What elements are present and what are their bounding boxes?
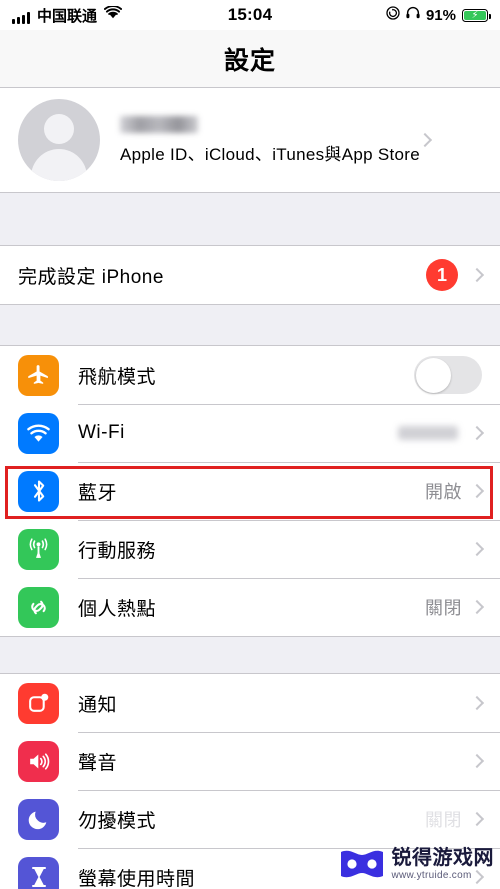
apple-id-text: Apple ID、iCloud、iTunes與App Store <box>120 115 420 165</box>
chevron-right-icon <box>417 132 433 148</box>
row-label: 飛航模式 <box>78 366 157 388</box>
airplane-icon <box>18 354 59 396</box>
do-not-disturb-moon-icon <box>18 798 59 840</box>
chevron-right-icon <box>469 425 485 441</box>
chevron-right-icon <box>469 541 485 557</box>
do-not-disturb-value: 關閉 <box>425 810 462 830</box>
row-airplane-mode[interactable]: 飛航模式 <box>0 346 500 404</box>
row-label: 螢幕使用時間 <box>78 868 196 889</box>
personal-hotspot-icon <box>18 586 59 628</box>
status-badge: 1 <box>426 259 458 291</box>
section-gap-1 <box>0 193 500 245</box>
chevron-right-icon <box>469 599 485 615</box>
wifi-value-blurred <box>398 426 458 440</box>
navigation-bar: 設定 <box>0 30 500 88</box>
row-finish-setup[interactable]: 完成設定 iPhone 1 <box>0 246 500 304</box>
apple-id-subtitle: Apple ID、iCloud、iTunes與App Store <box>120 144 420 164</box>
apple-id-group: Apple ID、iCloud、iTunes與App Store <box>0 88 500 193</box>
bluetooth-icon <box>18 470 59 512</box>
bluetooth-value: 開啟 <box>425 482 462 502</box>
page-title: 設定 <box>223 46 276 75</box>
battery-charging-icon: ⚡ <box>462 8 491 22</box>
chevron-right-icon <box>469 695 485 711</box>
cellular-antenna-icon <box>18 528 59 570</box>
watermark-text: 锐得游戏网 www.ytruide.com <box>392 848 495 881</box>
watermark-logo-icon <box>338 847 386 881</box>
row-do-not-disturb[interactable]: 勿擾模式 關閉 <box>0 790 500 848</box>
apple-id-name-blurred <box>120 115 198 133</box>
watermark-url: www.ytruide.com <box>391 869 472 881</box>
row-label: 完成設定 iPhone <box>18 266 164 288</box>
status-bar-right: 91% ⚡ <box>386 5 491 25</box>
chevron-right-icon <box>469 753 485 769</box>
connectivity-group: 飛航模式 Wi-Fi 藍牙 開啟 行動服務 個人熱點 關閉 <box>0 345 500 637</box>
status-bar: 中国联通 15:04 91% ⚡ <box>0 0 500 30</box>
watermark-name: 锐得游戏网 <box>391 846 494 869</box>
row-label: 聲音 <box>78 752 118 774</box>
chevron-right-icon <box>469 267 485 283</box>
row-label: 行動服務 <box>78 540 157 562</box>
wifi-icon <box>18 412 59 454</box>
personal-hotspot-value: 關閉 <box>425 598 462 618</box>
section-gap-2 <box>0 305 500 345</box>
iphone-settings-screen: 中国联通 15:04 91% ⚡ 設定 Apple ID、iCloud、iTun… <box>0 0 500 889</box>
airplane-mode-toggle[interactable] <box>414 356 482 394</box>
row-wifi[interactable]: Wi-Fi <box>0 404 500 462</box>
row-cellular[interactable]: 行動服務 <box>0 520 500 578</box>
chevron-right-icon <box>469 811 485 827</box>
sounds-speaker-icon <box>18 740 59 782</box>
row-label: 勿擾模式 <box>78 810 157 832</box>
row-sounds[interactable]: 聲音 <box>0 732 500 790</box>
battery-percent-label: 91% <box>425 6 456 24</box>
chevron-right-icon <box>469 483 485 499</box>
apple-id-row[interactable]: Apple ID、iCloud、iTunes與App Store <box>0 88 500 192</box>
row-label: 個人熱點 <box>78 598 157 620</box>
row-notifications[interactable]: 通知 <box>0 674 500 732</box>
row-personal-hotspot[interactable]: 個人熱點 關閉 <box>0 578 500 636</box>
row-label: 藍牙 <box>78 482 118 504</box>
row-label: 通知 <box>78 694 118 716</box>
watermark: 锐得游戏网 www.ytruide.com <box>338 847 495 881</box>
row-bluetooth[interactable]: 藍牙 開啟 <box>0 462 500 520</box>
section-gap-3 <box>0 637 500 673</box>
person-avatar-icon <box>18 99 100 181</box>
headphones-icon <box>406 6 420 24</box>
rotation-lock-icon <box>386 5 400 25</box>
notifications-icon <box>18 682 59 724</box>
row-label: Wi-Fi <box>78 422 125 443</box>
screen-time-hourglass-icon <box>18 856 59 889</box>
finish-setup-group: 完成設定 iPhone 1 <box>0 245 500 305</box>
